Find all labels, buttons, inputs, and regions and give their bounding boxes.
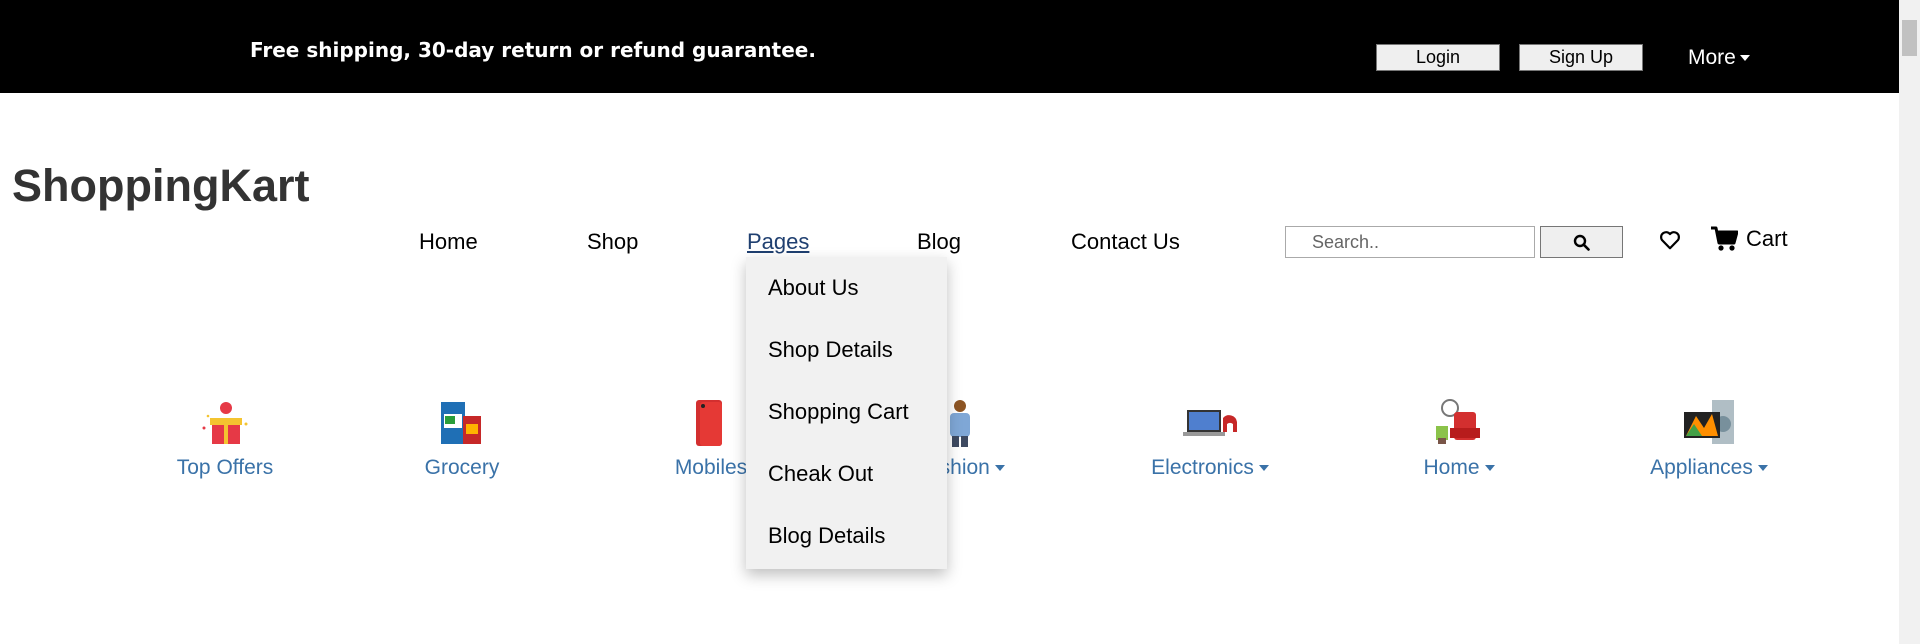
top-bar: Free shipping, 30-day return or refund g… <box>0 0 1899 93</box>
caret-down-icon <box>1258 465 1269 471</box>
category-label: Appliances <box>1650 456 1753 479</box>
scrollbar[interactable] <box>1899 0 1920 644</box>
nav-pages[interactable]: Pages <box>747 229 809 255</box>
nav-contact-us[interactable]: Contact Us <box>1071 229 1180 255</box>
dropdown-item-checkout[interactable]: Cheak Out <box>768 461 873 487</box>
more-label: More <box>1688 46 1736 69</box>
promo-text: Free shipping, 30-day return or refund g… <box>250 38 816 62</box>
cart-label: Cart <box>1746 226 1788 251</box>
brand-logo[interactable]: ShoppingKart <box>12 160 309 212</box>
caret-down-icon <box>1739 55 1750 61</box>
caret-down-icon <box>1484 465 1495 471</box>
dropdown-item-about-us[interactable]: About Us <box>768 275 859 301</box>
login-button[interactable]: Login <box>1376 44 1500 71</box>
category-label: Mobiles <box>674 456 748 479</box>
caret-down-icon <box>994 465 1005 471</box>
nav-shop[interactable]: Shop <box>587 229 638 255</box>
cart-button[interactable]: Cart <box>1710 226 1788 252</box>
nav-home[interactable]: Home <box>419 229 478 255</box>
category-grocery[interactable]: Grocery <box>412 398 512 480</box>
category-home[interactable]: Home <box>1409 398 1509 480</box>
scrollbar-thumb[interactable] <box>1902 20 1917 56</box>
dropdown-item-blog-details[interactable]: Blog Details <box>768 523 885 549</box>
mobile-phone-icon <box>696 400 722 446</box>
more-dropdown[interactable]: More <box>1688 46 1750 70</box>
nav-blog[interactable]: Blog <box>917 229 961 255</box>
category-label: Electronics <box>1151 456 1254 479</box>
dropdown-item-shopping-cart[interactable]: Shopping Cart <box>768 399 909 425</box>
caret-down-icon <box>1757 465 1768 471</box>
signup-button[interactable]: Sign Up <box>1519 44 1643 71</box>
category-label: Grocery <box>424 456 500 479</box>
category-appliances[interactable]: Appliances <box>1639 398 1779 480</box>
category-label: Top Offers <box>176 456 274 479</box>
laptop-icon <box>1183 410 1237 436</box>
search-input[interactable] <box>1285 226 1535 258</box>
appliances-icon <box>1684 400 1734 444</box>
category-top-offers[interactable]: Top Offers <box>175 398 275 480</box>
search-button[interactable] <box>1540 226 1623 258</box>
search-icon <box>1573 234 1590 251</box>
category-electronics[interactable]: Electronics <box>1140 398 1280 480</box>
category-label: Home <box>1423 456 1480 479</box>
dropdown-item-shop-details[interactable]: Shop Details <box>768 337 893 363</box>
grocery-icon <box>441 402 481 444</box>
home-furniture-icon <box>1436 399 1480 444</box>
cart-icon <box>1711 226 1738 251</box>
pages-dropdown-menu: About Us Shop Details Shopping Cart Chea… <box>746 257 947 569</box>
gift-icon <box>202 402 248 444</box>
heart-icon[interactable] <box>1659 229 1681 251</box>
